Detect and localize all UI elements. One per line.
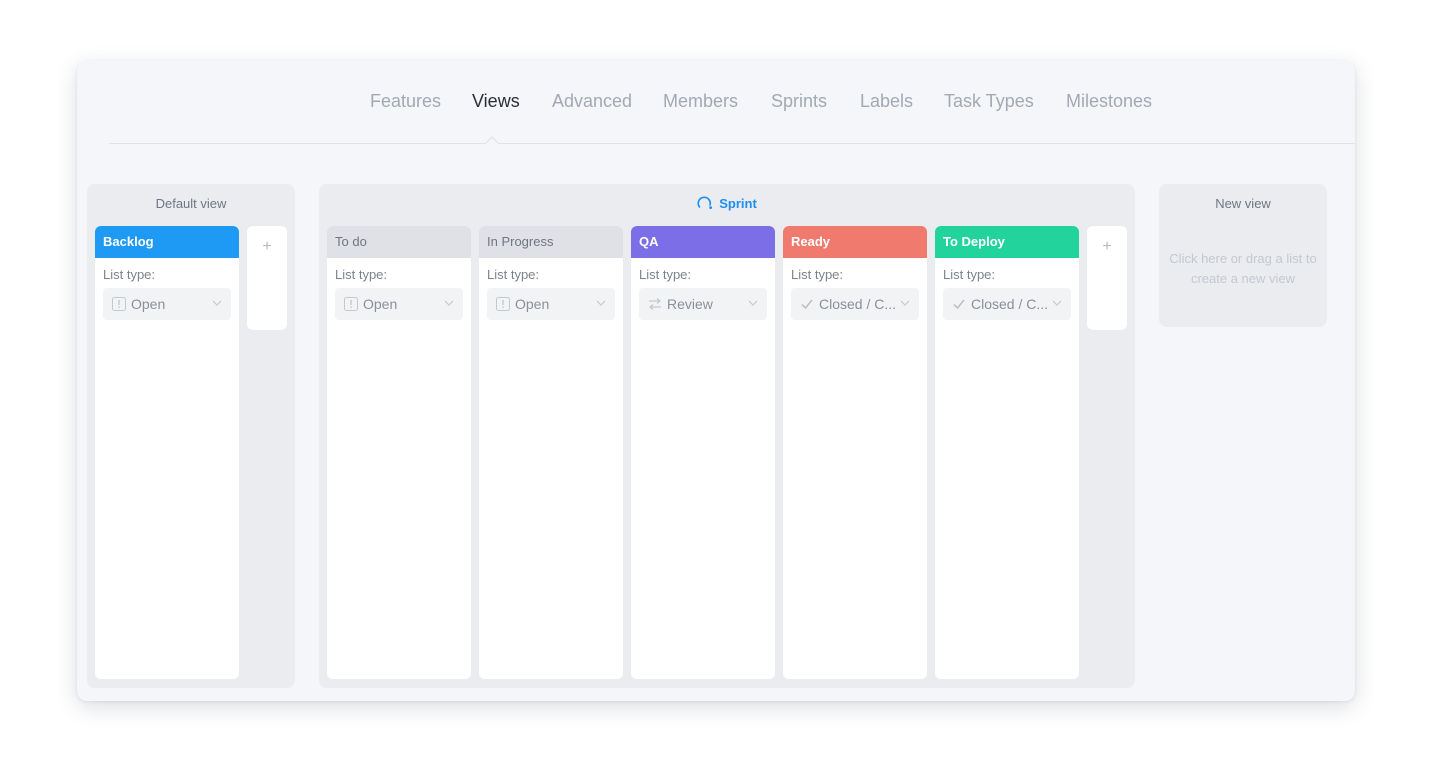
sprint-view-title: Sprint <box>319 196 1135 211</box>
list-column-to-do[interactable]: To do List type: Open <box>327 226 471 679</box>
check-icon <box>953 299 965 310</box>
active-tab-caret-icon <box>485 136 499 144</box>
list-header-backlog[interactable]: Backlog <box>95 226 239 258</box>
sprint-view-group: Sprint To do List type: Open In Progress… <box>319 184 1135 688</box>
plus-icon: + <box>262 238 272 255</box>
chevron-down-icon <box>748 300 758 306</box>
tab-advanced[interactable]: Advanced <box>552 91 632 112</box>
add-list-button-sprint[interactable]: + <box>1087 226 1127 330</box>
list-type-value: Open <box>515 296 550 312</box>
list-type-label: List type: <box>335 267 388 282</box>
list-header-ready[interactable]: Ready <box>783 226 927 258</box>
settings-panel: Features Views Advanced Members Sprints … <box>77 61 1355 701</box>
tab-divider <box>109 143 1355 144</box>
list-type-label: List type: <box>103 267 156 282</box>
sprint-icon <box>697 196 713 209</box>
chevron-down-icon <box>212 300 222 306</box>
list-type-value: Open <box>363 296 398 312</box>
list-type-label: List type: <box>487 267 540 282</box>
new-view-dropzone[interactable]: New view Click here or drag a list to cr… <box>1159 184 1327 327</box>
tab-members[interactable]: Members <box>663 91 738 112</box>
list-column-to-deploy[interactable]: To Deploy List type: Closed / C... <box>935 226 1079 679</box>
list-header-to-deploy[interactable]: To Deploy <box>935 226 1079 258</box>
list-column-ready[interactable]: Ready List type: Closed / C... <box>783 226 927 679</box>
list-header-qa[interactable]: QA <box>631 226 775 258</box>
exclamation-icon <box>496 297 510 311</box>
new-view-title: New view <box>1215 196 1271 211</box>
new-view-hint: Click here or drag a list to create a ne… <box>1169 251 1317 286</box>
list-column-in-progress[interactable]: In Progress List type: Open <box>479 226 623 679</box>
list-column-backlog[interactable]: Backlog List type: Open <box>95 226 239 679</box>
chevron-down-icon <box>1052 300 1062 306</box>
chevron-down-icon <box>444 300 454 306</box>
list-header-to-do[interactable]: To do <box>327 226 471 258</box>
default-view-group: Default view Backlog List type: Open + <box>87 184 295 688</box>
settings-tabs: Features Views Advanced Members Sprints … <box>77 91 1355 115</box>
list-type-value: Review <box>667 296 713 312</box>
list-type-label: List type: <box>791 267 844 282</box>
list-type-value: Open <box>131 296 166 312</box>
list-type-select-to-deploy[interactable]: Closed / C... <box>943 288 1071 320</box>
list-type-select-backlog[interactable]: Open <box>103 288 231 320</box>
list-type-select-to-do[interactable]: Open <box>335 288 463 320</box>
chevron-down-icon <box>900 300 910 306</box>
exclamation-icon <box>344 297 358 311</box>
chevron-down-icon <box>596 300 606 306</box>
tab-views[interactable]: Views <box>472 91 520 112</box>
tab-milestones[interactable]: Milestones <box>1066 91 1152 112</box>
list-type-select-ready[interactable]: Closed / C... <box>791 288 919 320</box>
list-type-select-qa[interactable]: Review <box>639 288 767 320</box>
list-header-in-progress[interactable]: In Progress <box>479 226 623 258</box>
list-type-label: List type: <box>639 267 692 282</box>
plus-icon: + <box>1102 238 1112 255</box>
list-type-value: Closed / C... <box>971 296 1049 312</box>
exclamation-icon <box>112 297 126 311</box>
swap-arrows-icon <box>649 298 661 310</box>
list-type-select-in-progress[interactable]: Open <box>487 288 615 320</box>
list-column-qa[interactable]: QA List type: Review <box>631 226 775 679</box>
add-list-button-default[interactable]: + <box>247 226 287 330</box>
tab-labels[interactable]: Labels <box>860 91 913 112</box>
list-type-label: List type: <box>943 267 996 282</box>
check-icon <box>801 299 813 310</box>
sprint-view-title-text: Sprint <box>719 196 757 211</box>
tab-sprints[interactable]: Sprints <box>771 91 827 112</box>
list-type-value: Closed / C... <box>819 296 897 312</box>
default-view-title: Default view <box>155 196 227 211</box>
tab-task-types[interactable]: Task Types <box>944 91 1034 112</box>
tab-features[interactable]: Features <box>370 91 441 112</box>
